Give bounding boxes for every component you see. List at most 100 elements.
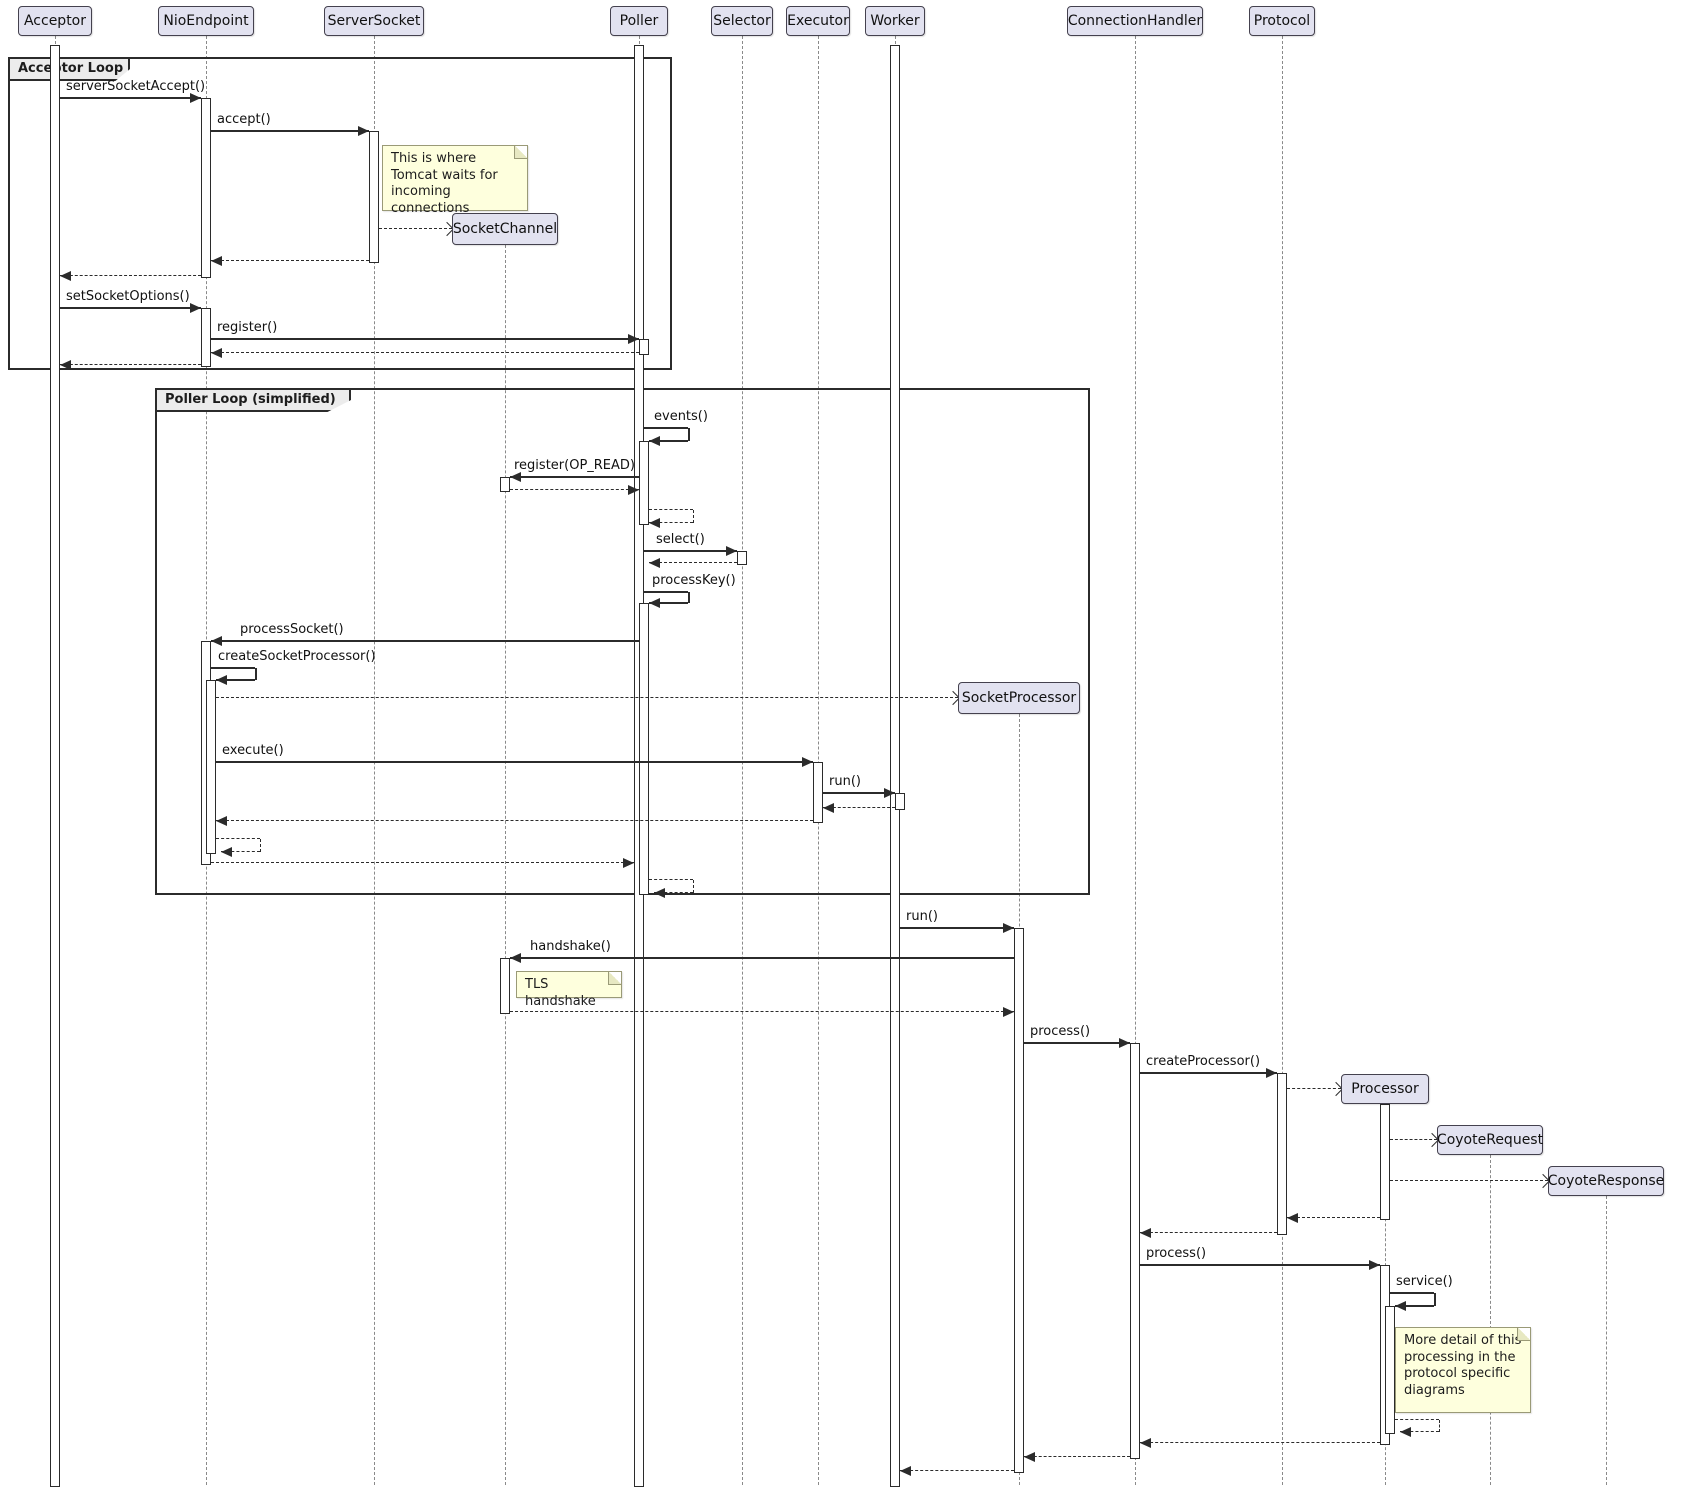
msg-run-socketprocessor-arrowhead — [1003, 923, 1014, 933]
msg-execute-arrowhead — [802, 757, 813, 767]
note-note-tomcat-waits: This is where Tomcat waits for incoming … — [382, 145, 528, 211]
selfreturn-processor-down — [1439, 1420, 1440, 1432]
activation-bar-socketchannel-handshake — [500, 958, 510, 1014]
return-processor-connectionhandler — [1140, 1442, 1380, 1443]
msg-createProcessor — [1140, 1072, 1277, 1074]
frame-poller-loop-label: Poller Loop (simplified) — [155, 388, 351, 412]
self-processKey-out — [644, 591, 688, 593]
return-worker-executor-arrowhead — [823, 803, 834, 813]
lifeline-coyoterequest — [1490, 1155, 1491, 1485]
participant-protocol: Protocol — [1249, 6, 1315, 36]
selfreturn-poller-events-down — [693, 510, 694, 523]
msg-createProcessor-label: createProcessor() — [1146, 1054, 1260, 1069]
activation-bar-worker — [890, 45, 900, 1487]
msg-createProcessor-arrowhead — [1266, 1068, 1277, 1078]
lifeline-coyoteresponse — [1606, 1196, 1607, 1485]
msg-process-processor-label: process() — [1146, 1246, 1206, 1261]
participant-worker: Worker — [865, 6, 925, 36]
participant-processor: Processor — [1341, 1074, 1429, 1104]
activation-bar-socketchannel — [500, 477, 510, 492]
msg-setSocketOptions-arrowhead — [190, 303, 201, 313]
return-socketchannel-socketprocessor — [510, 1011, 1014, 1012]
selfreturn-poller-events-arrowhead — [649, 518, 660, 528]
participant-serversocket: ServerSocket — [324, 6, 424, 36]
activation-bar-nioendpoint — [201, 308, 211, 367]
selfreturn-poller-events-out — [649, 509, 693, 510]
participant-coyoterequest: CoyoteRequest — [1437, 1125, 1543, 1155]
activation-bar-poller-events — [639, 441, 649, 525]
return-processor-protocol-arrowhead — [1287, 1213, 1298, 1223]
activation-bar-worker-run — [895, 793, 905, 810]
msg-select-label: select() — [656, 532, 705, 547]
return-executor-nioendpoint-arrowhead — [216, 816, 227, 826]
selfreturn-poller-processkey-arrowhead — [654, 888, 665, 898]
msg-run-worker-label: run() — [829, 774, 861, 789]
return-socketchannel-poller — [510, 489, 639, 490]
note-tls-handshake-text: TLS handshake — [525, 977, 596, 1009]
return-protocol-connectionhandler — [1140, 1232, 1277, 1233]
note-corner-fold — [514, 146, 527, 159]
note-corner-fold — [608, 972, 621, 985]
note-note-tls-handshake: TLS handshake — [516, 971, 622, 998]
activation-bar-acceptor — [50, 45, 60, 1487]
activation-bar-serversocket — [369, 131, 379, 263]
return-nioendpoint-poller — [211, 862, 634, 863]
msg-serverSocketAccept-arrowhead — [190, 93, 201, 103]
return-protocol-connectionhandler-arrowhead — [1140, 1228, 1151, 1238]
frame-frame-acceptor-loop: Acceptor Loop — [8, 57, 672, 370]
msg-register-op-read — [510, 476, 639, 478]
msg-handshake-label: handshake() — [530, 939, 611, 954]
msg-processSocket — [211, 640, 639, 642]
msg-register-label: register() — [217, 320, 277, 335]
return-executor-nioendpoint — [216, 820, 813, 821]
activation-bar-processor-service — [1385, 1306, 1395, 1434]
return-nioendpoint-acceptor-arrowhead — [60, 271, 71, 281]
return-selector-poller-arrowhead — [649, 558, 660, 568]
sequence-diagram: Acceptor Loop Poller Loop (simplified) ser… — [0, 0, 1682, 1495]
msg-execute-label: execute() — [222, 743, 284, 758]
msg-handshake — [510, 957, 1014, 959]
participant-poller: Poller — [610, 6, 668, 36]
selfreturn-poller-processkey-down — [693, 880, 694, 893]
note-tomcat-waits-text: This is where Tomcat waits for incoming … — [391, 151, 498, 216]
return-nioendpoint-acceptor — [60, 275, 201, 276]
msg-run-worker-arrowhead — [884, 788, 895, 798]
self-processKey-arrowhead — [649, 598, 660, 608]
return-nioendpoint-poller-arrowhead — [623, 858, 634, 868]
frame-acceptor-loop-label: Acceptor Loop — [8, 57, 130, 81]
self-processKey-label: processKey() — [652, 573, 736, 588]
msg-accept-arrowhead — [358, 126, 369, 136]
msg-setSocketOptions — [60, 307, 201, 309]
participant-acceptor: Acceptor — [18, 6, 92, 36]
msg-register-op-read-arrowhead — [510, 472, 521, 482]
msg-processSocket-label: processSocket() — [240, 622, 344, 637]
msg-processSocket-arrowhead — [211, 636, 222, 646]
msg-setSocketOptions-label: setSocketOptions() — [66, 289, 190, 304]
msg-accept-label: accept() — [217, 112, 271, 127]
self-events-arrowhead — [649, 436, 660, 446]
msg-serverSocketAccept-label: serverSocketAccept() — [66, 79, 205, 94]
self-service-arrowhead — [1395, 1301, 1406, 1311]
return-nioendpoint-acceptor-2 — [60, 364, 201, 365]
return-processor-protocol — [1287, 1217, 1380, 1218]
participant-socketprocessor: SocketProcessor — [958, 682, 1080, 714]
return-socketchannel-socketprocessor-arrowhead — [1003, 1007, 1014, 1017]
create-socketprocessor — [216, 697, 958, 698]
msg-register — [211, 338, 639, 340]
return-serversocket-nioendpoint — [211, 260, 369, 261]
selfreturn-nioendpoint-arrowhead — [221, 847, 232, 857]
selfreturn-poller-processkey-out — [649, 879, 693, 880]
msg-select-arrowhead — [726, 546, 737, 556]
activation-bar-nioendpoint — [201, 98, 211, 278]
participant-socketchannel: SocketChannel — [452, 213, 558, 245]
activation-bar-poller-register — [639, 339, 649, 355]
return-serversocket-nioendpoint-arrowhead — [211, 256, 222, 266]
self-events-out — [644, 427, 688, 429]
activation-bar-protocol — [1277, 1073, 1287, 1235]
activation-bar-socketprocessor — [1014, 928, 1024, 1473]
self-events-down — [688, 428, 690, 441]
return-connectionhandler-socketprocessor-arrowhead — [1024, 1452, 1035, 1462]
note-note-more-detail: More detail of this processing in the pr… — [1395, 1327, 1531, 1413]
selfreturn-processor-out — [1395, 1419, 1439, 1420]
self-createSocketProcessor-label: createSocketProcessor() — [218, 649, 376, 664]
